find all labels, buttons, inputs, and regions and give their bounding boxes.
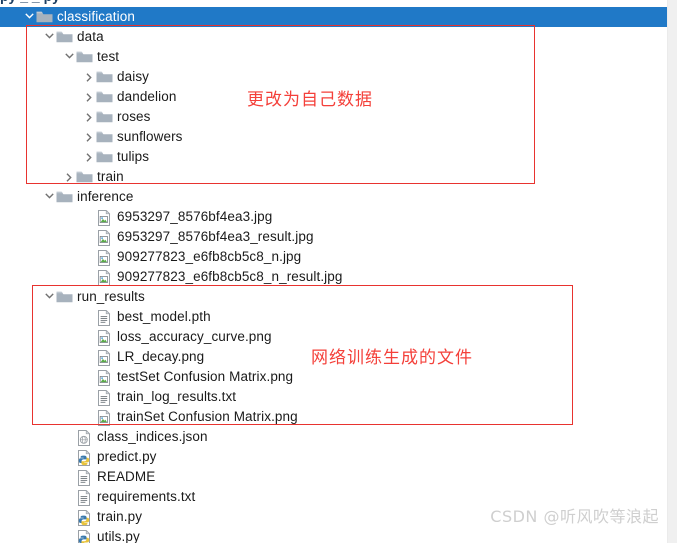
- tree-row[interactable]: utils.py: [0, 527, 677, 543]
- chevron-down-icon[interactable]: [42, 287, 56, 299]
- folder-icon: [76, 167, 93, 187]
- chevron-down-icon[interactable]: [42, 27, 56, 39]
- text-file-icon: [96, 387, 113, 407]
- csdn-watermark: CSDN @听风吹等浪起: [490, 507, 659, 526]
- chevron-right-icon[interactable]: [82, 87, 96, 102]
- tree-row[interactable]: 6953297_8576bf4ea3.jpg: [0, 207, 677, 227]
- tree-row-label: data: [77, 29, 104, 44]
- tree-row-label: testSet Confusion Matrix.png: [117, 369, 294, 384]
- tree-row-label: 909277823_e6fb8cb5c8_n_result.jpg: [117, 269, 343, 284]
- annotation-note-run-results: 网络训练生成的文件: [311, 348, 473, 368]
- text-file-icon: [76, 467, 93, 487]
- tree-row[interactable]: class_indices.json: [0, 427, 677, 447]
- chevron-down-icon[interactable]: [42, 187, 56, 199]
- image-file-icon: [96, 207, 113, 227]
- tree-row[interactable]: data: [0, 27, 677, 47]
- tree-row-label: utils.py: [97, 529, 140, 543]
- tree-row[interactable]: testSet Confusion Matrix.png: [0, 367, 677, 387]
- python-file-icon: [76, 447, 93, 467]
- tree-row-label: inference: [77, 189, 134, 204]
- tree-row-label: predict.py: [97, 449, 157, 464]
- tree-row[interactable]: train: [0, 167, 677, 187]
- tree-row[interactable]: 6953297_8576bf4ea3_result.jpg: [0, 227, 677, 247]
- tree-row-label: 909277823_e6fb8cb5c8_n.jpg: [117, 249, 302, 264]
- chevron-right-icon[interactable]: [82, 147, 96, 162]
- tree-row-label: train: [97, 169, 124, 184]
- annotation-note-data: 更改为自己数据: [247, 90, 373, 110]
- tree-row-label: class_indices.json: [97, 429, 208, 444]
- tree-row[interactable]: best_model.pth: [0, 307, 677, 327]
- python-file-icon: [76, 527, 93, 543]
- tree-row-label: daisy: [117, 69, 150, 84]
- image-file-icon: [96, 227, 113, 247]
- json-file-icon: [76, 427, 93, 447]
- text-file-icon: [76, 487, 93, 507]
- tree-row-label: sunflowers: [117, 129, 183, 144]
- chevron-right-icon[interactable]: [82, 127, 96, 142]
- tree-row-label: README: [97, 469, 156, 484]
- tree-row-label: loss_accuracy_curve.png: [117, 329, 272, 344]
- tree-row[interactable]: test: [0, 47, 677, 67]
- folder-icon: [76, 47, 93, 67]
- tree-row-label: LR_decay.png: [117, 349, 205, 364]
- tree-row-label: best_model.pth: [117, 309, 211, 324]
- tree-row[interactable]: train_log_results.txt: [0, 387, 677, 407]
- folder-icon: [56, 287, 73, 307]
- tree-row-label: train.py: [97, 509, 143, 524]
- tree-row-label: dandelion: [117, 89, 177, 104]
- tree-row[interactable]: tulips: [0, 147, 677, 167]
- chevron-down-icon[interactable]: [22, 7, 36, 19]
- python-file-icon: [76, 507, 93, 527]
- tree-row[interactable]: daisy: [0, 67, 677, 87]
- tree-row[interactable]: sunflowers: [0, 127, 677, 147]
- tree-row[interactable]: run_results: [0, 287, 677, 307]
- chevron-down-icon[interactable]: [62, 47, 76, 59]
- tree-row-label: tulips: [117, 149, 150, 164]
- tree-row[interactable]: classification: [0, 7, 677, 27]
- tree-row[interactable]: predict.py: [0, 447, 677, 467]
- cut-off-top-row: py _ _ py: [0, 0, 677, 7]
- image-file-icon: [96, 247, 113, 267]
- text-file-icon: [96, 307, 113, 327]
- folder-icon: [96, 67, 113, 87]
- tree-row-label: roses: [117, 109, 151, 124]
- image-file-icon: [96, 367, 113, 387]
- chevron-right-icon[interactable]: [82, 67, 96, 82]
- tree-row[interactable]: trainSet Confusion Matrix.png: [0, 407, 677, 427]
- tree-row-label: classification: [57, 9, 135, 24]
- tree-row[interactable]: roses: [0, 107, 677, 127]
- tree-row[interactable]: README: [0, 467, 677, 487]
- folder-icon: [56, 187, 73, 207]
- folder-icon: [56, 27, 73, 47]
- image-file-icon: [96, 407, 113, 427]
- folder-icon: [96, 147, 113, 167]
- folder-icon: [36, 7, 53, 27]
- image-file-icon: [96, 327, 113, 347]
- file-explorer-tree-panel: py _ _ py classification data test daisy dan…: [0, 0, 677, 543]
- tree-row-label: 6953297_8576bf4ea3_result.jpg: [117, 229, 314, 244]
- cut-off-top-row-text: py _ _ py: [0, 0, 60, 7]
- folder-icon: [96, 87, 113, 107]
- tree-row-label: test: [97, 49, 120, 64]
- folder-icon: [96, 127, 113, 147]
- tree-row-label: requirements.txt: [97, 489, 196, 504]
- tree-row-label: run_results: [77, 289, 145, 304]
- folder-icon: [96, 107, 113, 127]
- tree-row-label: trainSet Confusion Matrix.png: [117, 409, 298, 424]
- tree-row-label: train_log_results.txt: [117, 389, 237, 404]
- image-file-icon: [96, 347, 113, 367]
- tree-row-label: 6953297_8576bf4ea3.jpg: [117, 209, 273, 224]
- tree-row[interactable]: inference: [0, 187, 677, 207]
- chevron-right-icon[interactable]: [62, 167, 76, 182]
- vertical-scrollbar[interactable]: [667, 0, 677, 543]
- tree-row[interactable]: 909277823_e6fb8cb5c8_n.jpg: [0, 247, 677, 267]
- tree-row[interactable]: 909277823_e6fb8cb5c8_n_result.jpg: [0, 267, 677, 287]
- chevron-right-icon[interactable]: [82, 107, 96, 122]
- image-file-icon: [96, 267, 113, 287]
